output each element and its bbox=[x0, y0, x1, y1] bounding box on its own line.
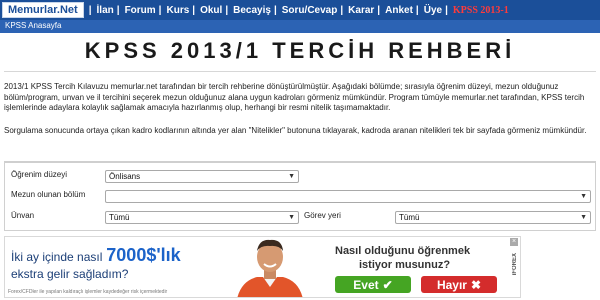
ad-person-image bbox=[227, 237, 313, 297]
search-form: Öğrenim düzeyi Önlisans ▼ Mezun olunan b… bbox=[4, 161, 596, 231]
advertisement-banner[interactable]: İki ay içinde nasıl 7000$'lık ekstra gel… bbox=[4, 236, 521, 298]
position-title-select[interactable]: Tümü ▼ bbox=[105, 211, 299, 224]
close-icon[interactable]: × bbox=[510, 238, 518, 246]
ad-amount: 7000$'lık bbox=[106, 245, 181, 265]
ad-headline-line1: İki ay içinde nasıl 7000$'lık bbox=[11, 245, 221, 266]
nav-separator: | bbox=[225, 4, 229, 16]
ad-yes-label: Evet bbox=[353, 277, 379, 292]
divider bbox=[4, 71, 596, 72]
note-paragraph: Sorgulama sonucunda ortaya çıkan kadro k… bbox=[4, 126, 587, 135]
chevron-down-icon: ▼ bbox=[288, 173, 295, 180]
ad-headline-line2: ekstra gelir sağladım? bbox=[11, 267, 129, 281]
nav-item-kpss-2013-1[interactable]: KPSS 2013-1 bbox=[451, 0, 509, 20]
ad-no-label: Hayır bbox=[436, 277, 467, 292]
page-title: KPSS 2013/1 TERCİH REHBERİ bbox=[84, 38, 516, 63]
site-logo-link[interactable]: Memurlar.Net bbox=[2, 2, 84, 18]
nav-separator: | bbox=[116, 4, 120, 16]
x-icon: ✖ bbox=[470, 277, 482, 292]
education-level-select[interactable]: Önlisans ▼ bbox=[105, 170, 299, 183]
nav-separator: | bbox=[192, 4, 196, 16]
breadcrumb-kpss-home-link[interactable]: KPSS Anasayfa bbox=[5, 21, 61, 30]
education-level-label: Öğrenim düzeyi bbox=[11, 170, 68, 179]
nav-item-forum[interactable]: Forum bbox=[123, 0, 156, 20]
position-title-value: Tümü bbox=[109, 213, 130, 222]
nav-separator: | bbox=[415, 4, 419, 16]
ad-no-button[interactable]: Hayır ✖ bbox=[421, 276, 497, 293]
nav-item-kurs[interactable]: Kurs bbox=[164, 0, 189, 20]
ad-headline-prefix: İki ay içinde nasıl bbox=[11, 250, 103, 264]
top-navigation: Memurlar.Net | İlan | Forum | Kurs | Oku… bbox=[0, 0, 600, 20]
ad-brand-label: iFOREX bbox=[512, 253, 518, 276]
nav-separator: | bbox=[273, 4, 277, 16]
duty-location-select[interactable]: Tümü ▼ bbox=[395, 211, 591, 224]
nav-separator: | bbox=[158, 4, 162, 16]
nav-separator: | bbox=[445, 4, 448, 16]
nav-item-uye[interactable]: Üye bbox=[422, 0, 442, 20]
nav-separator: | bbox=[377, 4, 381, 16]
breadcrumb: KPSS Anasayfa bbox=[0, 20, 600, 33]
duty-location-value: Tümü bbox=[399, 213, 420, 222]
education-level-value: Önlisans bbox=[109, 172, 141, 181]
chevron-down-icon: ▼ bbox=[580, 193, 587, 200]
nav-separator: | bbox=[88, 4, 92, 16]
nav-item-ilan[interactable]: İlan bbox=[95, 0, 114, 20]
nav-item-okul[interactable]: Okul bbox=[198, 0, 222, 20]
chevron-down-icon: ▼ bbox=[288, 214, 295, 221]
department-select[interactable]: ▼ bbox=[105, 190, 591, 203]
position-title-label: Ünvan bbox=[11, 211, 35, 220]
duty-location-label: Görev yeri bbox=[304, 211, 341, 220]
department-label: Mezun olunan bölüm bbox=[11, 190, 86, 199]
ad-disclaimer: Forex/CFDler ile yapılan kaldıraçlı işle… bbox=[8, 289, 168, 295]
ad-yes-button[interactable]: Evet ✔ bbox=[335, 276, 411, 293]
nav-item-anket[interactable]: Anket bbox=[383, 0, 413, 20]
chevron-down-icon: ▼ bbox=[580, 214, 587, 221]
intro-paragraph: 2013/1 KPSS Tercih Kılavuzu memurlar.net… bbox=[4, 82, 585, 112]
nav-item-karar[interactable]: Karar bbox=[346, 0, 374, 20]
nav-separator: | bbox=[340, 4, 344, 16]
ad-headline: İki ay içinde nasıl 7000$'lık ekstra gel… bbox=[11, 245, 221, 281]
nav-item-becayis[interactable]: Becayiş bbox=[231, 0, 271, 20]
ad-question-line1: Nasıl olduğunu öğrenmek bbox=[335, 245, 471, 257]
checkmark-icon: ✔ bbox=[382, 277, 393, 292]
nav-item-soru-cevap[interactable]: Soru/Cevap bbox=[280, 0, 338, 20]
ad-question-line2: istiyor musunuz? bbox=[359, 259, 451, 271]
